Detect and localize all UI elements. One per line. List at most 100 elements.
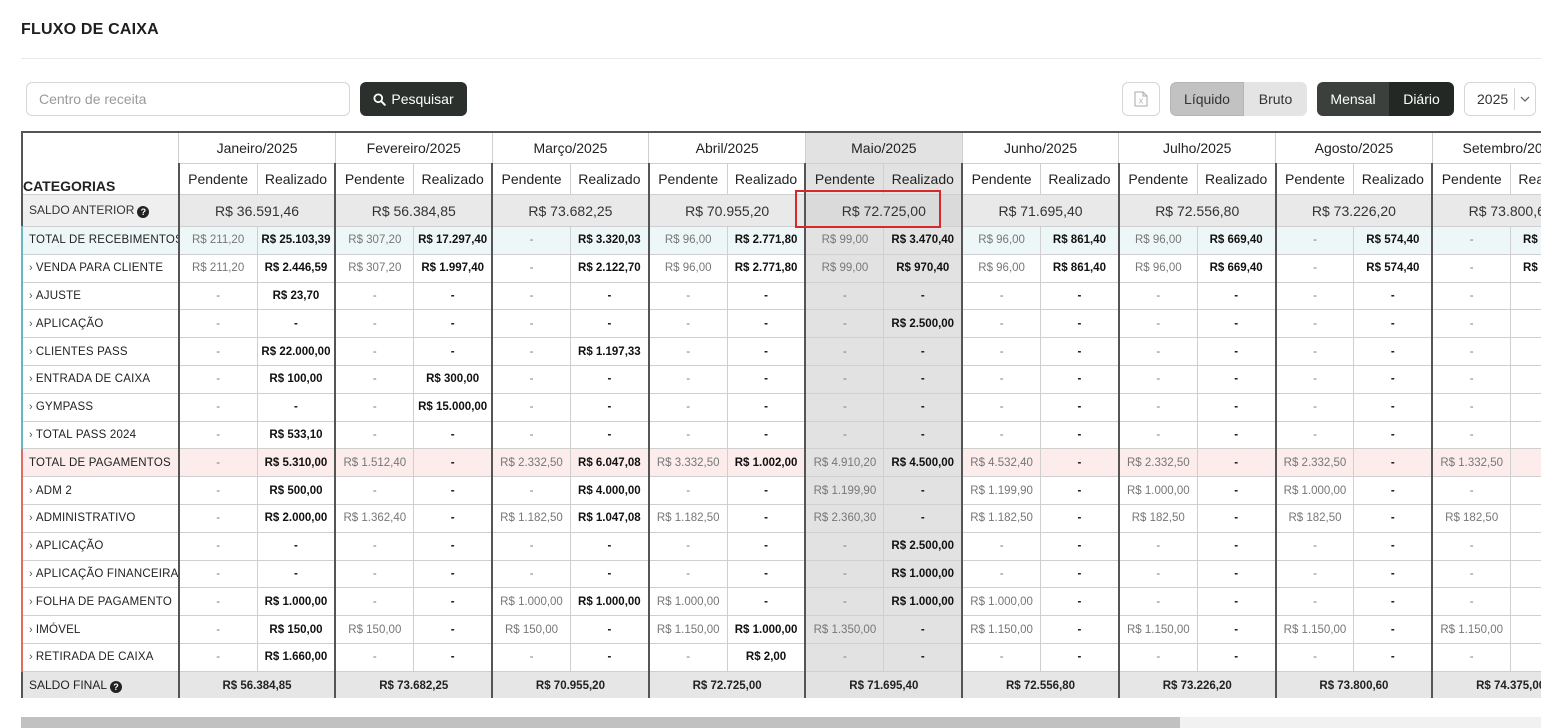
chevron-right-icon[interactable]: › [29, 262, 33, 274]
table-row[interactable]: ›APLICAÇÃO---------R$ 2.500,00-------- [21, 531, 1541, 561]
realizado-cell: - [1196, 476, 1277, 505]
chevron-right-icon[interactable]: › [29, 596, 33, 608]
category-cell[interactable]: › FOLHA DE PAGAMENTO [21, 587, 180, 617]
search-button[interactable]: Pesquisar [360, 82, 467, 116]
realizado-cell: - [883, 503, 964, 533]
cash-flow-table-container[interactable]: CATEGORIAS Janeiro/2025 Fevereiro/2025 Març… [21, 131, 1541, 698]
chevron-right-icon[interactable]: › [29, 290, 33, 302]
pendente-header: Pendente [334, 163, 415, 195]
pendente-cell: R$ 96,00 [1117, 253, 1198, 283]
category-cell[interactable]: › APLICAÇÃO [21, 309, 180, 339]
toggle-bruto[interactable]: Bruto [1244, 82, 1307, 116]
realizado-cell: - [1040, 337, 1120, 366]
chevron-right-icon[interactable]: › [29, 318, 33, 330]
category-cell[interactable]: › ENTRADA DE CAIXA [21, 364, 180, 394]
realizado-cell: - [569, 420, 650, 450]
help-icon[interactable]: ? [110, 681, 123, 694]
chevron-right-icon[interactable]: › [29, 651, 33, 663]
table-row[interactable]: › ADM 2- R$ 500,00- - - R$ 4.000,00- - R$ 1.199… [21, 476, 1541, 505]
realizado-cell: - [1353, 392, 1434, 422]
toggle-mensal[interactable]: Mensal [1317, 82, 1389, 116]
pendente-cell: - [177, 531, 258, 561]
category-cell[interactable]: › IMÓVEL [21, 615, 180, 644]
table-row[interactable]: › IMÓVEL - R$ 150,00 R$ 150,00- R$ 150,00- R$ … [21, 615, 1541, 644]
toggle-liquido[interactable]: Líquido [1170, 82, 1244, 116]
pendente-cell: R$ 99,00 [804, 226, 885, 255]
toggle-diario[interactable]: Diário [1389, 82, 1454, 116]
table-row[interactable]: › VENDA PARA CLIENTE R$ 211,20 R$ 2.446,59 R… [21, 253, 1541, 283]
realizado-cell: R$ 4.000,00 [569, 476, 650, 505]
pendente-cell: R$ 96,00 [647, 226, 728, 255]
chevron-right-icon[interactable]: › [29, 512, 33, 524]
pendente-header: Pendente [1274, 163, 1355, 195]
saldo-final-value: R$ 72.556,80 [961, 670, 1120, 698]
pendente-cell: - [1274, 420, 1355, 450]
cash-flow-table: CATEGORIAS Janeiro/2025 Fevereiro/2025 Març… [21, 131, 1541, 698]
chevron-right-icon[interactable]: › [29, 568, 33, 580]
help-icon[interactable]: ? [137, 206, 150, 218]
realizado-cell: - [256, 309, 337, 339]
table-row[interactable]: › ENTRADA DE CAIXA - R$ 100,00- R$ 300,00- - -… [21, 364, 1541, 394]
saldo-final-text: SALDO FINAL [29, 678, 108, 693]
chevron-right-icon[interactable]: › [29, 401, 33, 413]
category-cell[interactable]: › ADMINISTRATIVO [21, 503, 180, 533]
chevron-right-icon[interactable]: › [29, 429, 33, 441]
realizado-cell: - [726, 420, 807, 450]
pendente-cell: R$ 1.150,00 [961, 615, 1042, 644]
pendente-header: Pendente [1431, 163, 1512, 195]
pendente-cell: R$ 96,00 [961, 226, 1042, 255]
table-row[interactable]: › FOLHA DE PAGAMENTO - R$ 1.000,00- - R$ 1.00… [21, 587, 1541, 617]
saldo-anterior-value: R$ 73.682,25 [491, 194, 650, 227]
realizado-cell: - [1510, 281, 1541, 311]
realizado-cell: - [1510, 448, 1541, 478]
table-row[interactable]: › CLIENTES PASS - R$ 22.000,00- - - R$ 1.197,3… [21, 337, 1541, 366]
table-row[interactable]: TOTAL DE PAGAMENTOS - R$ 5.310,00 R$ 1.512,… [21, 448, 1541, 478]
pendente-cell: R$ 3.332,50 [647, 448, 728, 478]
table-row[interactable]: TOTAL DE RECEBIMENTOS R$ 211,20 R$ 25.103,… [21, 226, 1541, 255]
realizado-cell: - [1353, 364, 1434, 394]
table-row[interactable]: ›GYMPASS---R$ 15.000,00-------------- [21, 392, 1541, 422]
category-cell[interactable]: › VENDA PARA CLIENTE [21, 253, 180, 283]
category-cell[interactable]: › APLICAÇÃO FINANCEIRA [21, 559, 180, 589]
table-row[interactable]: › ADMINISTRATIVO - R$ 2.000,00 R$ 1.362,40- R… [21, 503, 1541, 533]
chevron-right-icon[interactable]: › [29, 540, 33, 552]
export-excel-button[interactable]: X [1122, 82, 1160, 116]
search-input[interactable] [26, 82, 350, 116]
category-cell[interactable]: › AJUSTE [21, 281, 180, 311]
realizado-cell: - [1040, 559, 1120, 589]
category-cell[interactable]: › CLIENTES PASS [21, 337, 180, 366]
chevron-right-icon[interactable]: › [29, 346, 33, 358]
category-cell[interactable]: › GYMPASS [21, 392, 180, 422]
realizado-cell: - [1196, 559, 1277, 589]
chevron-right-icon[interactable]: › [29, 624, 33, 636]
table-row[interactable]: ›APLICAÇÃO---------R$ 2.500,00-------- [21, 309, 1541, 339]
pendente-cell: R$ 1.512,40 [334, 448, 415, 478]
scrollbar-thumb[interactable] [21, 717, 1180, 728]
category-cell[interactable]: › RETIRADA DE CAIXA [21, 642, 180, 672]
pendente-cell: - [177, 642, 258, 672]
realizado-cell: - [1353, 337, 1434, 366]
pendente-cell: R$ 1.000,00 [1117, 476, 1198, 505]
saldo-anterior-value: R$ 56.384,85 [334, 194, 494, 227]
saldo-anterior-value: R$ 72.725,00 [804, 194, 964, 227]
table-row[interactable]: ›AJUSTE-R$ 23,70---------------- [21, 281, 1541, 311]
category-cell[interactable]: › ADM 2 [21, 476, 180, 505]
table-row[interactable]: › APLICAÇÃO FINANCEIRA - - - - - - - - - R$ 1.000,0… [21, 559, 1541, 589]
pendente-cell: - [1274, 226, 1355, 255]
pendente-header: Pendente [961, 163, 1042, 195]
pendente-cell: - [647, 420, 728, 450]
category-cell[interactable]: › TOTAL PASS 2024 [21, 420, 180, 450]
saldo-final-label: SALDO FINAL? [21, 670, 180, 698]
table-row[interactable]: › RETIRADA DE CAIXA - R$ 1.660,00- - - - - R$ 2,… [21, 642, 1541, 672]
saldo-final-value: R$ 72.725,00 [647, 670, 807, 698]
category-label: VENDA PARA CLIENTE [35, 262, 164, 275]
table-row[interactable]: › TOTAL PASS 2024- R$ 533,10- - - - - - - - - - - - - -… [21, 420, 1541, 450]
year-select-value: 2025 [1477, 91, 1509, 107]
realizado-cell: R$ 2.500,00 [883, 531, 964, 561]
realizado-cell: - [1196, 392, 1277, 422]
chevron-right-icon[interactable]: › [29, 485, 33, 497]
year-select[interactable]: 2025 [1464, 82, 1536, 116]
chevron-right-icon[interactable]: › [29, 373, 33, 385]
category-cell[interactable]: › APLICAÇÃO [21, 531, 180, 561]
realizado-header: Realizado [1196, 163, 1277, 195]
